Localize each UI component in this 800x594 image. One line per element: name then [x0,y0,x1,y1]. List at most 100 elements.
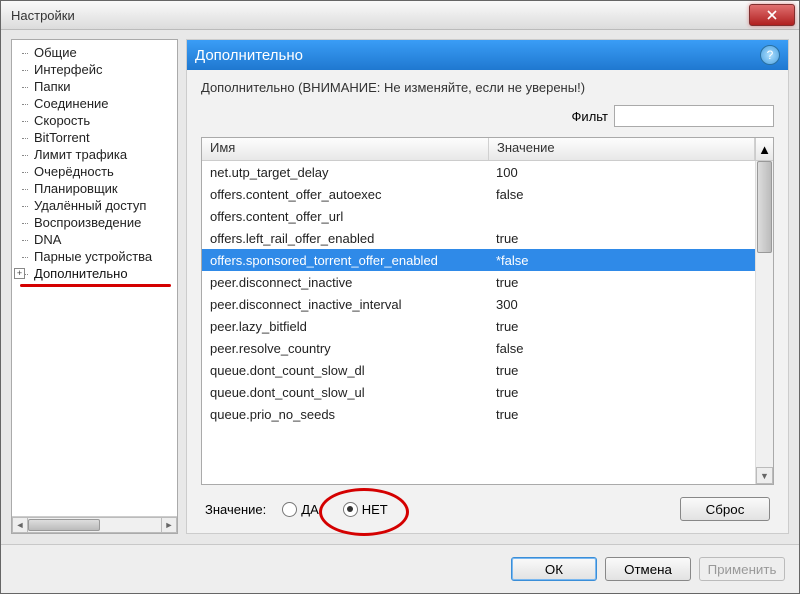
table-header: Имя Значение ▲ [202,138,773,161]
tree-item-label: Скорость [34,113,90,128]
apply-button: Применить [699,557,785,581]
cell-value: 100 [488,165,773,180]
reset-button[interactable]: Сброс [680,497,770,521]
warning-text: Дополнительно (ВНИМАНИЕ: Не изменяйте, е… [201,80,774,95]
tree-item-label: Воспроизведение [34,215,141,230]
table-row[interactable]: offers.left_rail_offer_enabledtrue [202,227,773,249]
dialog-body: Общие Интерфейс ПапкиСоединениеСкорость Bit… [1,29,799,593]
table-row[interactable]: peer.disconnect_inactivetrue [202,271,773,293]
window-title: Настройки [11,8,749,23]
tree-item-7[interactable]: Очерёдность [12,163,177,180]
col-name[interactable]: Имя [202,138,489,160]
scroll-down-icon[interactable]: ▼ [756,467,773,484]
radio-icon [343,502,358,517]
cell-name: queue.dont_count_slow_dl [202,363,488,378]
table-row[interactable]: offers.sponsored_torrent_offer_enabled*f… [202,249,773,271]
panel-inner: Дополнительно (ВНИМАНИЕ: Не изменяйте, е… [187,70,788,533]
expand-icon[interactable]: + [14,268,25,279]
cell-value: *false [488,253,773,268]
filter-row: Фильт [201,105,774,127]
tree-item-0[interactable]: Общие [12,44,177,61]
tree-item-9[interactable]: Удалённый доступ [12,197,177,214]
tree-item-label: Удалённый доступ [34,198,146,213]
scroll-left-icon[interactable]: ◄ [12,517,28,533]
table-row[interactable]: peer.lazy_bitfieldtrue [202,315,773,337]
tree-item-2[interactable]: Папки [12,78,177,95]
table-row[interactable]: queue.dont_count_slow_ultrue [202,381,773,403]
cell-name: offers.content_offer_url [202,209,488,224]
table-row[interactable]: offers.content_offer_autoexecfalse [202,183,773,205]
tree-item-label: Общие [34,45,77,60]
settings-window: Настройки ОбщиеИнтерфейсПапкиСоединениеС… [0,0,800,594]
cell-value: false [488,341,773,356]
cancel-button[interactable]: Отмена [605,557,691,581]
table-row[interactable]: peer.resolve_countryfalse [202,337,773,359]
scroll-thumb[interactable] [28,519,100,531]
advanced-table: Имя Значение ▲ net.utp_target_delay100of… [201,137,774,485]
help-icon[interactable]: ? [760,45,780,65]
scroll-thumb[interactable] [757,161,772,253]
tree-item-12[interactable]: Парные устройства [12,248,177,265]
titlebar: Настройки [1,1,799,30]
category-tree: Общие Интерфейс ПапкиСоединениеСкорость Bit… [11,39,178,534]
scroll-right-icon[interactable]: ► [161,517,177,533]
table-row[interactable]: offers.content_offer_url [202,205,773,227]
radio-no[interactable]: НЕТ [343,502,388,517]
main-area: Общие Интерфейс ПапкиСоединениеСкорость Bit… [1,29,799,544]
cell-value: true [488,363,773,378]
tree-item-label: Папки [34,79,71,94]
dialog-buttons: ОК Отмена Применить [1,544,799,593]
filter-input[interactable] [614,105,774,127]
cell-name: peer.lazy_bitfield [202,319,488,334]
cell-name: offers.sponsored_torrent_offer_enabled [202,253,488,268]
highlight-underline [20,284,171,287]
cell-value: 300 [488,297,773,312]
tree-item-label: Парные устройства [34,249,152,264]
table-body: net.utp_target_delay100offers.content_of… [202,161,773,484]
cell-name: peer.disconnect_inactive [202,275,488,290]
tree-item-10[interactable]: Воспроизведение [12,214,177,231]
tree-item-label: Планировщик [34,181,118,196]
cell-name: peer.disconnect_inactive_interval [202,297,488,312]
cell-value: true [488,319,773,334]
cell-name: queue.prio_no_seeds [202,407,488,422]
radio-no-label: НЕТ [362,502,388,517]
tree-item-11[interactable]: DNA [12,231,177,248]
cell-value: true [488,407,773,422]
cell-name: peer.resolve_country [202,341,488,356]
tree-item-label: Интерфейс [34,62,102,77]
cell-value: false [488,187,773,202]
tree-item-8[interactable]: Планировщик [12,180,177,197]
cell-name: net.utp_target_delay [202,165,488,180]
tree-item-6[interactable]: Лимит трафика [12,146,177,163]
tree-item-label: DNA [34,232,61,247]
table-row[interactable]: net.utp_target_delay100 [202,161,773,183]
tree-item-label: Очерёдность [34,164,114,179]
table-row[interactable]: queue.dont_count_slow_dltrue [202,359,773,381]
tree-item-13[interactable]: + Дополнительно [12,265,177,282]
tree-item-1[interactable]: Интерфейс [12,61,177,78]
radio-yes-label: ДА [301,502,318,517]
panel-header: Дополнительно ? [187,40,788,70]
tree-item-label: Дополнительно [34,266,128,281]
value-label: Значение: [205,502,266,517]
table-row[interactable]: peer.disconnect_inactive_interval300 [202,293,773,315]
tree-h-scrollbar[interactable]: ◄ ► [12,516,177,533]
radio-yes[interactable]: ДА [282,502,318,517]
filter-label: Фильт [572,109,608,124]
scroll-up-icon[interactable]: ▲ [755,138,773,160]
col-value[interactable]: Значение [489,138,755,160]
table-row[interactable]: queue.prio_no_seedstrue [202,403,773,425]
tree-item-4[interactable]: Скорость [12,112,177,129]
close-button[interactable] [749,4,795,26]
scroll-track[interactable] [28,517,161,533]
tree-item-3[interactable]: Соединение [12,95,177,112]
radio-icon [282,502,297,517]
cell-name: queue.dont_count_slow_ul [202,385,488,400]
tree-item-5[interactable]: BitTorrent [12,129,177,146]
ok-button[interactable]: ОК [511,557,597,581]
cell-value: true [488,385,773,400]
tree-item-label: Лимит трафика [34,147,127,162]
tree-item-label: BitTorrent [34,130,90,145]
table-v-scrollbar[interactable]: ▼ [755,161,773,484]
